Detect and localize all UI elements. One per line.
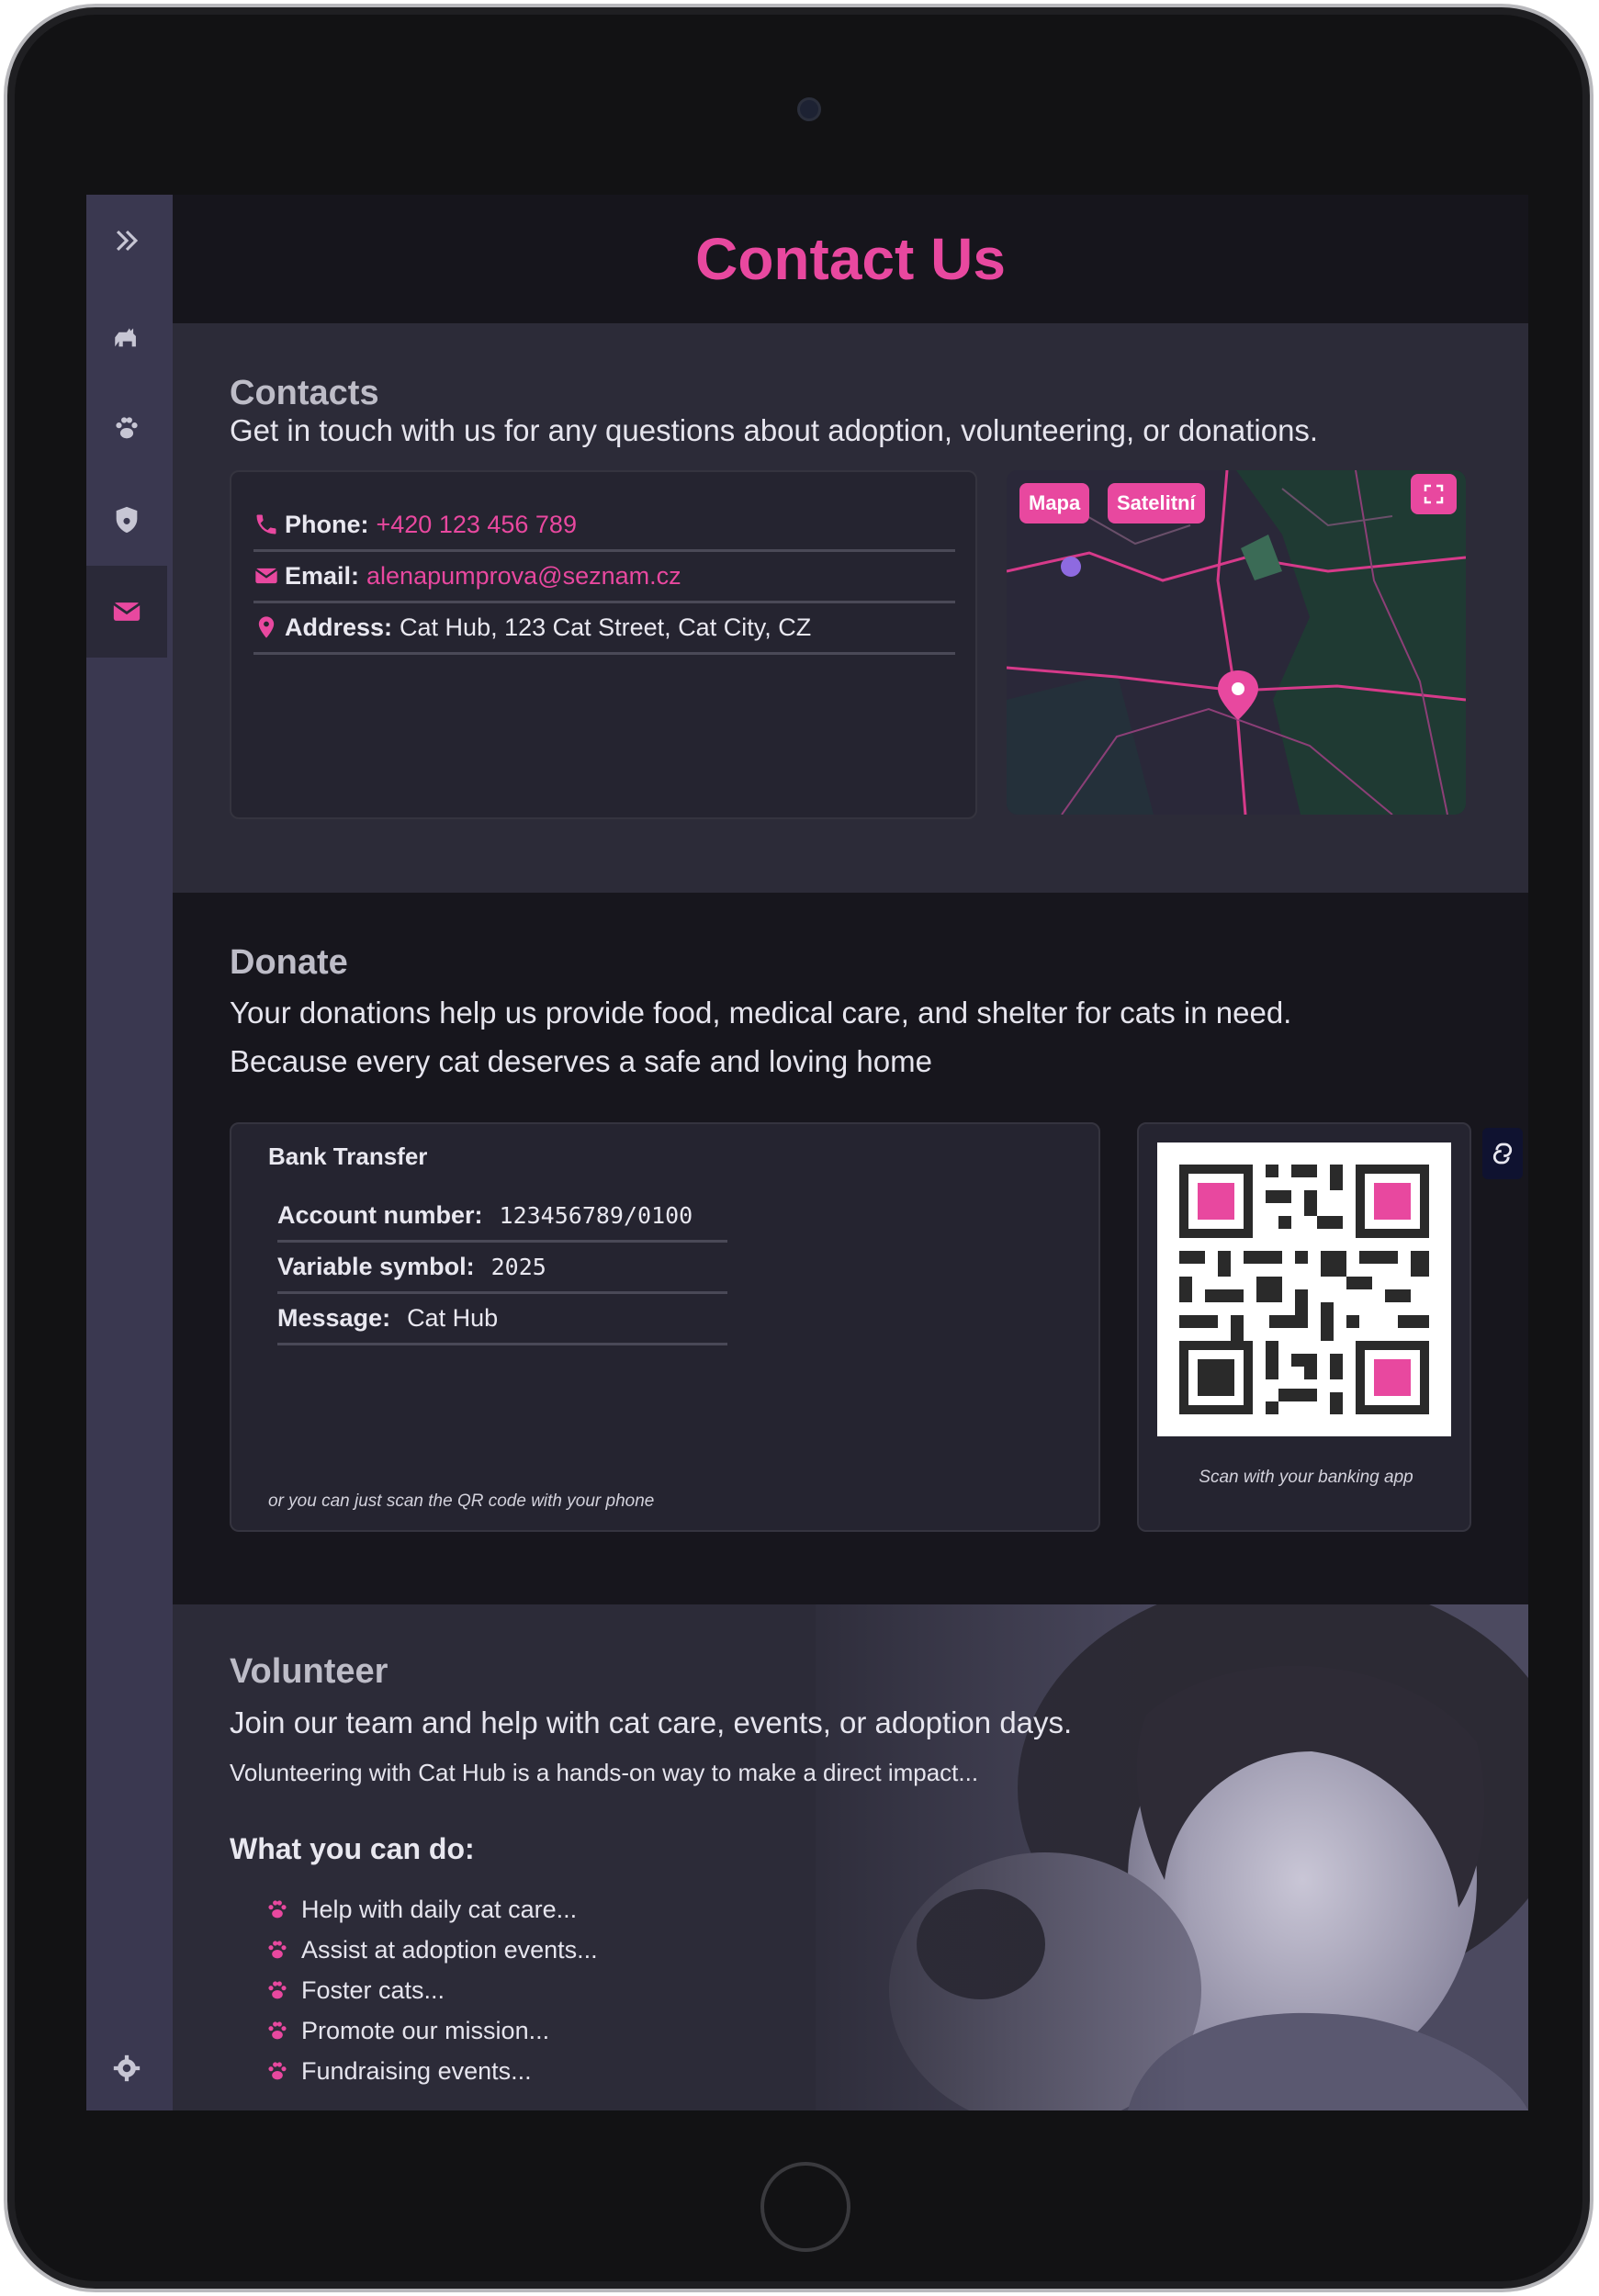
phone-label: Phone: xyxy=(285,510,369,538)
contacts-title: Contacts xyxy=(230,374,379,412)
volunteer-title: Volunteer xyxy=(230,1652,388,1691)
sidebar-item-shelter[interactable] xyxy=(86,474,167,566)
message-value: Cat Hub xyxy=(407,1303,499,1332)
expand-sidebar-button[interactable] xyxy=(86,195,167,287)
list-item-label: Promote our mission... xyxy=(301,2016,550,2044)
double-chevron-right-icon xyxy=(116,230,139,252)
map-pin-icon xyxy=(258,616,275,638)
phone-row: Phone: +420 123 456 789 xyxy=(253,500,955,552)
variable-symbol-row: Variable symbol: 2025 xyxy=(277,1242,727,1294)
paw-icon xyxy=(268,2021,287,2040)
donate-line-2: Because every cat deserves a safe and lo… xyxy=(230,1044,932,1078)
map-view-button[interactable]: Mapa xyxy=(1019,483,1090,523)
list-item-label: Fundraising events... xyxy=(301,2056,532,2085)
account-row: Account number: 123456789/0100 xyxy=(277,1190,727,1243)
list-item: Assist at adoption events... xyxy=(265,1930,598,1970)
page-title: Contact Us xyxy=(695,226,1006,292)
tablet-frame: Contact Us Contacts Get in touch with us… xyxy=(4,4,1593,2292)
gear-icon xyxy=(113,2054,141,2082)
qr-card: Scan with your banking app xyxy=(1137,1122,1471,1532)
list-item-label: Foster cats... xyxy=(301,1975,445,2004)
cat-icon xyxy=(115,328,136,347)
donate-line-1: Your donations help us provide food, med… xyxy=(230,996,1292,1030)
map-widget[interactable]: Mapa Satelitní xyxy=(1007,470,1466,815)
shield-paw-icon xyxy=(116,506,138,534)
link-icon xyxy=(1492,1142,1513,1165)
address-row: Address: Cat Hub, 123 Cat Street, Cat Ci… xyxy=(253,602,955,655)
list-item: Fundraising events... xyxy=(265,2051,598,2091)
message-row: Message: Cat Hub xyxy=(277,1293,727,1345)
address-label: Address: xyxy=(285,613,393,641)
email-row: Email: alenapumprova@seznam.cz xyxy=(253,551,955,603)
camera-icon xyxy=(797,97,821,121)
sidebar xyxy=(86,195,173,2110)
account-label: Account number: xyxy=(277,1200,483,1229)
email-label: Email: xyxy=(285,561,360,590)
contacts-subtitle: Get in touch with us for any questions a… xyxy=(230,413,1319,447)
list-item-label: Assist at adoption events... xyxy=(301,1935,598,1964)
fullscreen-button[interactable] xyxy=(1411,474,1457,514)
volunteer-subtitle: Join our team and help with cat care, ev… xyxy=(230,1705,1073,1739)
donate-title: Donate xyxy=(230,943,348,982)
list-item: Help with daily cat care... xyxy=(265,1889,598,1930)
qr-finder-bottom-right xyxy=(1356,1341,1429,1414)
satellite-view-button[interactable]: Satelitní xyxy=(1108,483,1205,523)
qr-code-graphic xyxy=(1157,1142,1451,1436)
paw-icon xyxy=(268,2062,287,2080)
qr-code xyxy=(1157,1142,1451,1436)
envelope-icon xyxy=(254,568,278,584)
home-button[interactable] xyxy=(760,2162,850,2252)
sidebar-item-contact[interactable] xyxy=(86,566,167,658)
page-header: Contact Us xyxy=(173,195,1528,323)
paw-icon xyxy=(268,1941,287,1959)
bank-transfer-card: Bank Transfer Account number: 123456789/… xyxy=(230,1122,1100,1532)
email-link[interactable]: alenapumprova@seznam.cz xyxy=(366,562,681,591)
phone-icon xyxy=(256,514,276,535)
app-screen: Contact Us Contacts Get in touch with us… xyxy=(86,195,1528,2110)
qr-caption: Scan with your banking app xyxy=(1199,1468,1413,1487)
what-you-can-do-title: What you can do: xyxy=(230,1832,475,1865)
paw-icon xyxy=(116,417,138,439)
sidebar-item-adopt[interactable] xyxy=(86,382,167,474)
fullscreen-icon xyxy=(1424,484,1444,504)
scan-note: or you can just scan the QR code with yo… xyxy=(268,1491,655,1511)
contact-info-card: Phone: +420 123 456 789 Email: alenapump… xyxy=(230,470,977,819)
sidebar-item-settings[interactable] xyxy=(86,2022,167,2110)
volunteer-activities-list: Help with daily cat care... Assist at ad… xyxy=(265,1889,598,2091)
contacts-section: Contacts Get in touch with us for any qu… xyxy=(173,323,1528,893)
main-content: Contact Us Contacts Get in touch with us… xyxy=(173,195,1528,2110)
list-item-label: Help with daily cat care... xyxy=(301,1895,578,1923)
list-item: Foster cats... xyxy=(265,1970,598,2010)
list-item: Promote our mission... xyxy=(265,2010,598,2051)
volunteer-description: Volunteering with Cat Hub is a hands-on … xyxy=(230,1759,979,1786)
sidebar-item-cats[interactable] xyxy=(86,290,167,382)
donate-section: Donate Your donations help us provide fo… xyxy=(173,893,1528,1604)
envelope-icon xyxy=(113,602,141,621)
variable-symbol-label: Variable symbol: xyxy=(277,1252,475,1280)
message-label: Message: xyxy=(277,1303,391,1332)
paw-icon xyxy=(268,1900,287,1919)
paw-icon xyxy=(268,1981,287,1999)
qr-finder-top-right xyxy=(1356,1165,1429,1238)
variable-symbol-value: 2025 xyxy=(490,1253,546,1280)
account-value: 123456789/0100 xyxy=(499,1201,693,1229)
bank-transfer-title: Bank Transfer xyxy=(268,1142,428,1170)
volunteer-section: Volunteer Join our team and help with ca… xyxy=(173,1604,1528,2110)
address-value: Cat Hub, 123 Cat Street, Cat City, CZ xyxy=(400,613,812,641)
widget-toggle-button[interactable] xyxy=(1482,1128,1523,1179)
phone-link[interactable]: +420 123 456 789 xyxy=(377,511,577,539)
qr-finder-top-left xyxy=(1179,1165,1253,1238)
